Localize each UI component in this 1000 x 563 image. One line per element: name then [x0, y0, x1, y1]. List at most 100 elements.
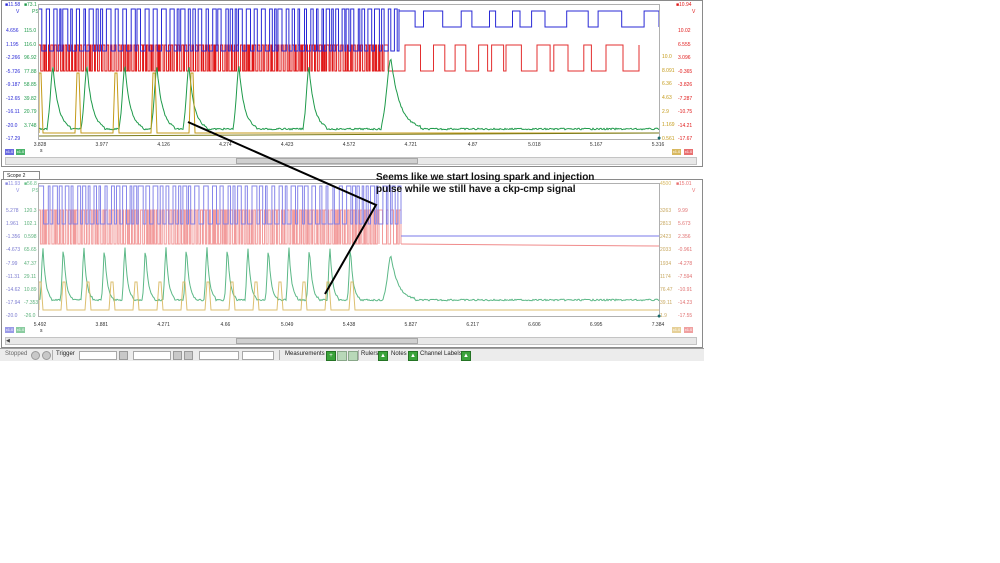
start-button[interactable] — [31, 351, 40, 360]
scope2-time-tick: 6.995 — [589, 322, 603, 328]
scope2-time-tick: 4.271 — [157, 322, 170, 328]
scope1-time-unit: s — [40, 148, 43, 154]
scope1-left-tick-b: 96.92 — [24, 55, 37, 62]
scope2-time-tick: 4.66 — [220, 322, 231, 328]
rising-edge-icon[interactable] — [173, 351, 182, 360]
scope2-left-tick-a: -20.0 — [6, 313, 18, 319]
scope1-plot-area[interactable] — [38, 4, 660, 140]
scope1-right-unit: V — [692, 9, 696, 15]
scope2-time-tick: 5.438 — [342, 322, 356, 328]
scope2-right-tick-b: -10.91 — [678, 286, 693, 293]
scope-2-panel: ■11.93 ■56.8 V PSI 5.278 1.961 -1.356 -4.67… — [1, 179, 703, 348]
rulers-label: Rulers — [361, 351, 379, 357]
scope2-zoom-chip-a[interactable]: x1.0 — [5, 327, 14, 333]
scope1-right-tick-b: -7.287 — [678, 95, 693, 102]
scope2-right-tick-b: -17.55 — [678, 313, 693, 319]
scope1-left-tick-a: -20.0 — [6, 122, 18, 129]
scope2-left-tick-a: -1.356 — [6, 234, 21, 241]
scope1-blue-trace-sparse — [399, 10, 659, 28]
scope2-left-tick-a: -11.31 — [6, 273, 20, 280]
stop-button[interactable] — [42, 351, 51, 360]
scope1-ch-b-range[interactable]: ■73.1 — [24, 2, 37, 8]
scope2-time-tick: 6.217 — [466, 322, 479, 328]
trigger-channel-select[interactable] — [133, 351, 171, 360]
scope1-right-tick-b: 10.02 — [678, 28, 691, 34]
scope1-scrollbar-thumb[interactable] — [236, 158, 418, 164]
trigger-edge-icon[interactable] — [119, 351, 128, 360]
scope2-right-tick-a: 2813 — [660, 221, 672, 228]
scope2-cursor-dot-icon[interactable]: ● — [657, 313, 661, 320]
scope2-zoom-chip-c[interactable]: x1.0 — [672, 327, 681, 333]
trigger-level-field[interactable] — [199, 351, 239, 360]
scope1-time-tick: 3.828 — [33, 142, 47, 148]
scope2-unit-a: V — [16, 188, 20, 194]
scope2-green-trace — [39, 247, 659, 302]
scope2-left-tick-b: 65.65 — [24, 247, 37, 254]
scope1-right-tick-b: -3.826 — [678, 82, 693, 88]
scope1-zoom-chip-c[interactable]: x1.0 — [672, 149, 681, 155]
scope1-time-tick: 5.316 — [651, 142, 665, 148]
scope1-blue-trace — [39, 8, 400, 52]
scope2-scrollbar-thumb[interactable] — [236, 338, 418, 344]
scope1-zoom-chip-a[interactable]: x1.0 — [5, 149, 14, 155]
scope1-right-tick-b: 3.096 — [678, 55, 691, 61]
scope1-horizontal-scrollbar[interactable] — [5, 157, 697, 165]
pre-trigger-field[interactable] — [242, 351, 274, 360]
scope1-left-tick-a: 1.195 — [6, 41, 19, 48]
scope1-time-tick: 5.167 — [589, 142, 603, 148]
scope1-ch-a-range[interactable]: ■11.58 — [5, 2, 20, 8]
scope1-right-tick-b: -14.21 — [678, 122, 693, 129]
trigger-mode-select[interactable] — [79, 351, 117, 360]
edit-measurement-button[interactable] — [337, 351, 347, 361]
scope2-left-tick-a: -17.94 — [6, 299, 21, 306]
scope1-left-tick-b: 77.88 — [24, 68, 37, 75]
trigger-label: Trigger — [56, 351, 75, 357]
add-measurement-button[interactable]: + — [326, 351, 336, 361]
scope2-zoom-chip-d[interactable]: x1.0 — [684, 327, 693, 333]
scope2-right-range-a[interactable]: 4500 — [660, 181, 671, 187]
delete-measurement-button[interactable] — [348, 351, 358, 361]
scope2-ch-b-range[interactable]: ■56.8 — [24, 181, 37, 187]
scope2-left-tick-b: -26.0 — [24, 313, 36, 319]
scope2-zoom-chip-b[interactable]: x1.0 — [16, 327, 25, 333]
rulers-button[interactable]: ▲ — [378, 351, 388, 361]
scope1-cursor-dot-icon[interactable]: ● — [657, 135, 661, 142]
scope2-left-tick-b: -7.353 — [24, 299, 39, 306]
scope2-time-tick: 5.492 — [33, 322, 47, 328]
scope1-left-tick-a: -2.266 — [6, 55, 21, 61]
scope2-time-tick: 7.384 — [651, 322, 665, 328]
scope2-plot-area[interactable] — [38, 183, 660, 317]
scope2-red-flat — [400, 243, 659, 247]
scope1-left-tick-b: 39.82 — [24, 95, 37, 102]
scope2-left-tick-a: 1.961 — [6, 221, 19, 228]
scope2-left-tick-b: 102.1 — [24, 221, 37, 228]
run-state-label: Stopped — [5, 351, 28, 357]
scope1-time-tick: 4.721 — [404, 142, 418, 148]
scope1-zoom-chip-d[interactable]: x1.0 — [684, 149, 693, 155]
scope2-right-range-b[interactable]: ■15.01 — [676, 181, 692, 187]
scope1-left-tick-a: -17.29 — [6, 136, 21, 142]
scope1-right-range[interactable]: ■10.94 — [676, 2, 692, 8]
scope1-left-tick-a: -9.187 — [6, 82, 21, 88]
notes-button[interactable]: ▲ — [408, 351, 418, 361]
scope1-time-tick: 4.572 — [342, 142, 356, 148]
scope1-left-tick-a: -5.726 — [6, 68, 21, 75]
falling-edge-icon[interactable] — [184, 351, 193, 360]
scope1-time-tick: 3.977 — [95, 142, 109, 148]
scope1-left-tick-b: 116.0 — [24, 41, 37, 48]
scope2-right-tick-a: 2033 — [660, 247, 672, 254]
channel-labels-button[interactable]: ▲ — [461, 351, 471, 361]
scope1-right-tick-a: 10.0 — [662, 54, 672, 60]
scope2-right-tick-a: 2423 — [660, 234, 672, 241]
scope2-right-tick-b: 9.99 — [678, 208, 688, 214]
scope1-ch-a-value: 11.58 — [8, 2, 21, 8]
scope1-zoom-chip-b[interactable]: x1.0 — [16, 149, 25, 155]
scope2-right-tick-b: 5.673 — [678, 221, 691, 228]
scope2-ch-a-range[interactable]: ■11.93 — [5, 181, 20, 187]
scope2-scroll-left-icon[interactable]: ◀ — [6, 338, 10, 344]
scope1-gold-trace — [39, 72, 659, 134]
scope2-left-tick-a: -7.99 — [6, 260, 18, 267]
scope2-time-tick: 6.606 — [528, 322, 541, 328]
scope2-horizontal-scrollbar[interactable]: ◀ — [5, 337, 697, 345]
scope2-left-tick-a: 5.278 — [6, 208, 19, 214]
